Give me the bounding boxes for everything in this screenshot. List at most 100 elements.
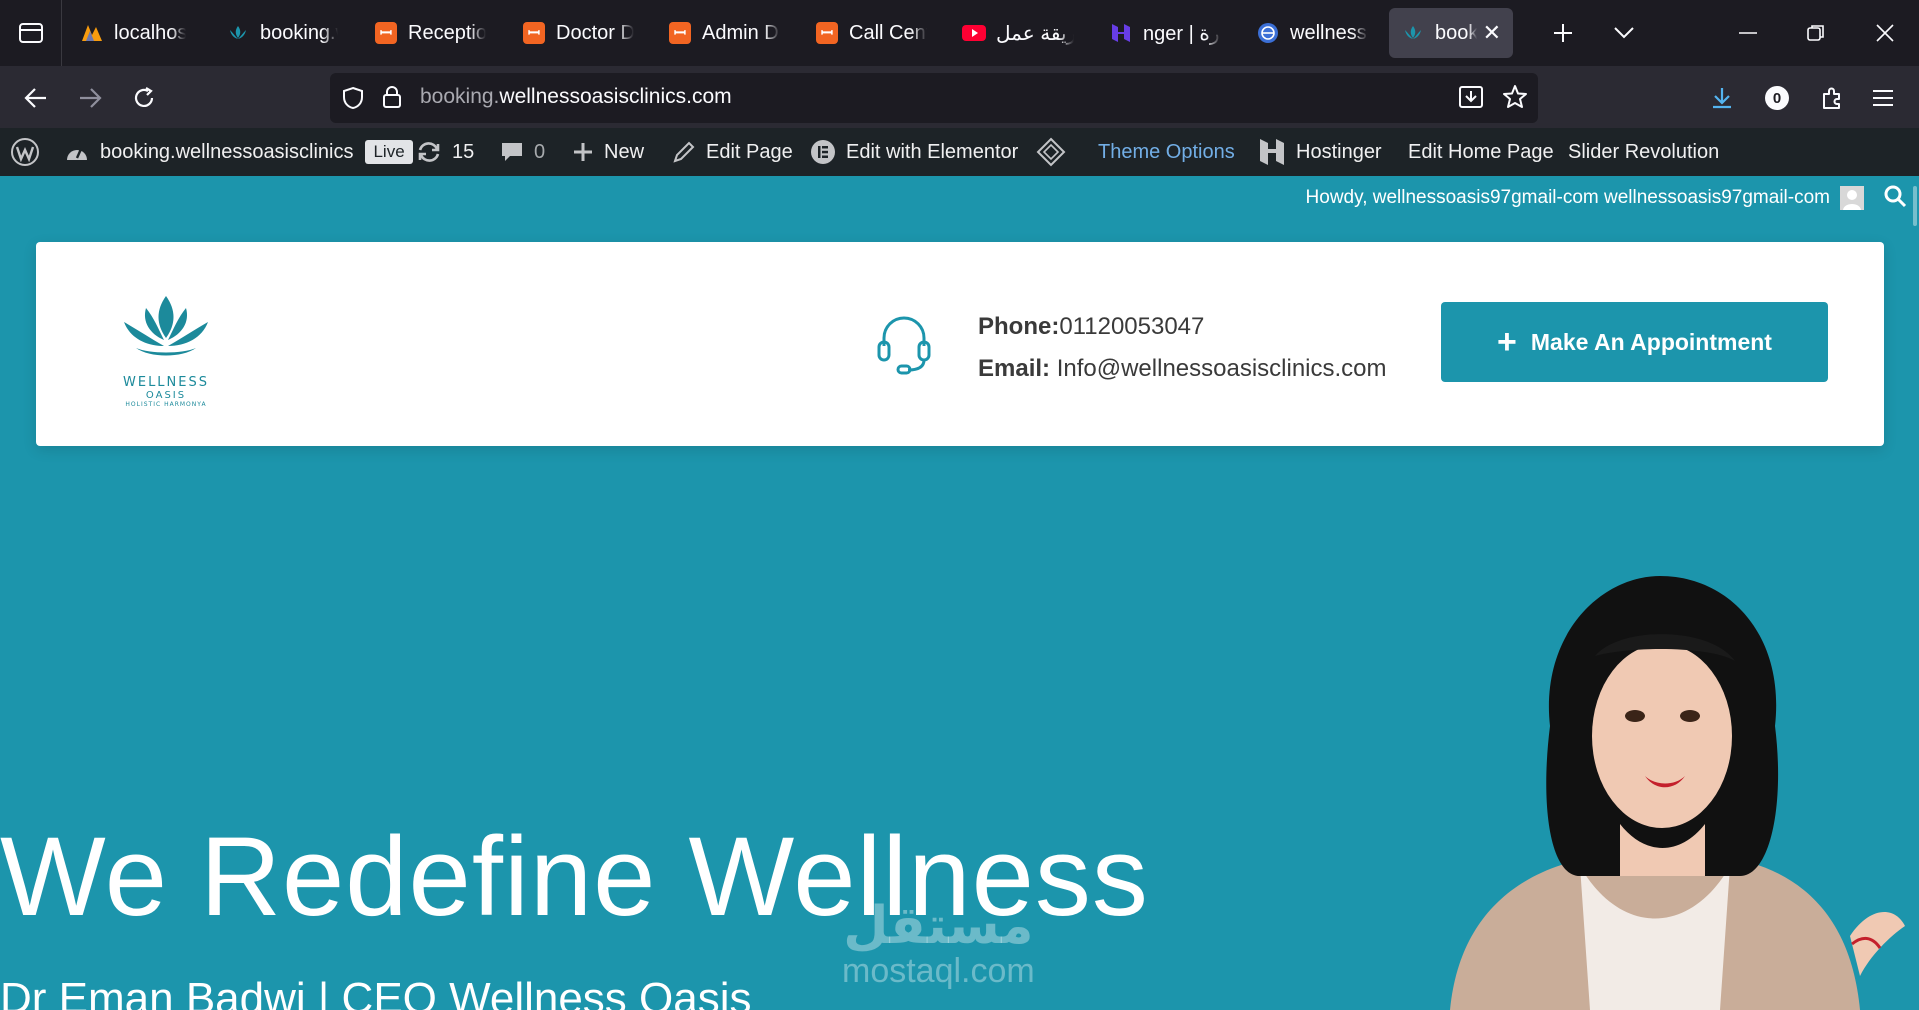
search-icon bbox=[1884, 185, 1907, 208]
xampp-icon: ꟷ bbox=[668, 21, 692, 45]
diamond-icon bbox=[1036, 137, 1066, 167]
downloads-button[interactable] bbox=[1702, 78, 1742, 118]
puzzle-icon bbox=[1823, 87, 1840, 109]
close-window-button[interactable] bbox=[1851, 0, 1919, 66]
wp-edit-home-link[interactable]: Edit Home Page bbox=[1408, 128, 1554, 176]
avatar bbox=[1840, 186, 1864, 210]
tab-overview-button[interactable] bbox=[0, 0, 62, 66]
wp-logo-menu[interactable] bbox=[10, 128, 50, 176]
restore-icon bbox=[1807, 25, 1824, 41]
wp-site-name-menu[interactable]: booking.wellnessoasisclinics Live bbox=[64, 128, 413, 176]
close-icon bbox=[1876, 24, 1894, 42]
wp-comments-link[interactable]: 0 bbox=[500, 128, 545, 176]
tab-booking-1[interactable]: booking.w bbox=[214, 8, 350, 58]
dashboard-gauge-icon bbox=[67, 148, 87, 160]
wp-updates-link[interactable]: 15 bbox=[416, 128, 474, 176]
plus-icon: + bbox=[1497, 323, 1517, 361]
account-badge: 0 bbox=[1765, 86, 1789, 110]
xampp-icon: ꟷ bbox=[522, 21, 546, 45]
hostinger-icon bbox=[1109, 21, 1133, 45]
tab-reception[interactable]: ꟷ Reception bbox=[362, 8, 498, 58]
globe-icon bbox=[1256, 21, 1280, 45]
wellness-oasis-logo[interactable]: WELLNESS OASIS HOLISTIC HARMONYA bbox=[116, 292, 216, 408]
bookmark-star-icon[interactable] bbox=[1502, 84, 1528, 110]
plus-icon bbox=[574, 143, 592, 161]
download-icon bbox=[1713, 88, 1731, 109]
wp-new-content-menu[interactable]: New bbox=[572, 128, 644, 176]
elementor-icon bbox=[811, 140, 835, 164]
hero-subtitle: Dr Eman Badwi | CEO Wellness Oasis bbox=[0, 974, 752, 1010]
wp-edit-page-link[interactable]: Edit Page bbox=[672, 128, 793, 176]
make-appointment-button[interactable]: + Make An Appointment bbox=[1441, 302, 1828, 382]
app-menu-button[interactable] bbox=[1863, 78, 1903, 118]
wp-theme-options-link[interactable]: Theme Options bbox=[1098, 128, 1235, 176]
logo-word-wellness: WELLNESS bbox=[123, 375, 209, 390]
phone-number[interactable]: 01120053047 bbox=[1059, 313, 1204, 340]
xampp-icon: ꟷ bbox=[374, 21, 398, 45]
restore-window-button[interactable] bbox=[1782, 0, 1850, 66]
hero-title: We Redefine Wellness bbox=[0, 814, 1149, 939]
lotus-icon bbox=[1401, 21, 1425, 45]
contact-info: Phone:01120053047 Email: Info@wellnessoa… bbox=[978, 306, 1387, 390]
tab-call-center[interactable]: ꟷ Call Cente bbox=[803, 8, 939, 58]
account-button[interactable]: 0 bbox=[1757, 78, 1797, 118]
tab-wellnessoasis[interactable]: wellnesso bbox=[1244, 8, 1380, 58]
tab-hostinger[interactable]: nger | إدارة bbox=[1097, 8, 1233, 58]
tab-localhost[interactable]: localhost / bbox=[68, 8, 198, 58]
back-button[interactable] bbox=[16, 78, 56, 118]
page-scrollbar[interactable] bbox=[1913, 186, 1917, 226]
tab-doctor-dashboard[interactable]: ꟷ Doctor Da bbox=[510, 8, 646, 58]
close-tab-icon[interactable]: ✕ bbox=[1483, 20, 1501, 46]
email-line: Email: Info@wellnessoasisclinics.com bbox=[978, 355, 1387, 382]
reload-icon bbox=[134, 87, 154, 107]
doctor-portrait-image bbox=[1450, 576, 1905, 1010]
wordpress-icon bbox=[11, 138, 39, 166]
plus-icon bbox=[1554, 24, 1572, 42]
tab-admin-dashboard[interactable]: ꟷ Admin Da bbox=[656, 8, 792, 58]
minimize-icon bbox=[1739, 32, 1757, 34]
browser-nav-bar: booking.wellnessoasisclinics.com 0 bbox=[0, 66, 1919, 128]
wp-search-button[interactable] bbox=[1883, 184, 1907, 213]
phone-line: Phone:01120053047 bbox=[978, 313, 1205, 340]
wp-slider-revolution-link[interactable]: Slider Revolution bbox=[1568, 128, 1719, 176]
logo-word-oasis: OASIS bbox=[145, 390, 187, 401]
headset-icon bbox=[874, 312, 934, 381]
chevron-down-icon bbox=[1614, 27, 1634, 39]
arrow-right-icon bbox=[80, 88, 102, 108]
updates-refresh-icon bbox=[418, 142, 440, 162]
save-to-pocket-icon[interactable] bbox=[1458, 85, 1484, 109]
live-status-badge: Live bbox=[365, 140, 413, 164]
wp-hostinger-menu[interactable]: Hostinger bbox=[1258, 128, 1382, 176]
lock-icon bbox=[383, 86, 401, 108]
phpmyadmin-icon bbox=[80, 21, 104, 45]
lotus-icon bbox=[226, 21, 250, 45]
tab-list-icon bbox=[18, 23, 43, 43]
extensions-button[interactable] bbox=[1812, 78, 1852, 118]
browser-tab-strip: localhost / booking.w ꟷ Reception ꟷ Doct… bbox=[0, 0, 1919, 66]
list-all-tabs-button[interactable] bbox=[1590, 0, 1658, 66]
email-address[interactable]: Info@wellnessoasisclinics.com bbox=[1050, 355, 1387, 382]
xampp-icon: ꟷ bbox=[815, 21, 839, 45]
tab-booking-active[interactable]: booking ✕ bbox=[1389, 8, 1513, 58]
minimize-window-button[interactable] bbox=[1714, 0, 1782, 66]
pencil-icon bbox=[673, 141, 695, 163]
tab-youtube[interactable]: طريقة عمل bbox=[950, 8, 1086, 58]
wp-diamond-tool[interactable] bbox=[1036, 128, 1076, 176]
lotus-icon bbox=[124, 296, 208, 356]
site-page: Howdy, wellnessoasis97gmail-com wellness… bbox=[0, 176, 1919, 1010]
shield-icon bbox=[343, 86, 363, 110]
hostinger-icon bbox=[1260, 139, 1284, 165]
address-bar[interactable]: booking.wellnessoasisclinics.com bbox=[330, 73, 1538, 123]
url-text[interactable]: booking.wellnessoasisclinics.com bbox=[420, 85, 732, 109]
youtube-icon bbox=[962, 21, 986, 45]
hamburger-menu-icon bbox=[1873, 90, 1893, 106]
wp-my-account-menu[interactable]: Howdy, wellnessoasis97gmail-com wellness… bbox=[1306, 186, 1864, 210]
wp-admin-bar: booking.wellnessoasisclinics Live 15 0 N… bbox=[0, 128, 1919, 176]
new-tab-button[interactable] bbox=[1528, 0, 1598, 66]
reload-button[interactable] bbox=[124, 78, 164, 118]
wp-edit-elementor-link[interactable]: Edit with Elementor bbox=[810, 128, 1018, 176]
arrow-left-icon bbox=[24, 88, 46, 108]
logo-tagline: HOLISTIC HARMONYA bbox=[125, 401, 207, 408]
comment-bubble-icon bbox=[502, 143, 522, 161]
forward-button[interactable] bbox=[70, 78, 110, 118]
